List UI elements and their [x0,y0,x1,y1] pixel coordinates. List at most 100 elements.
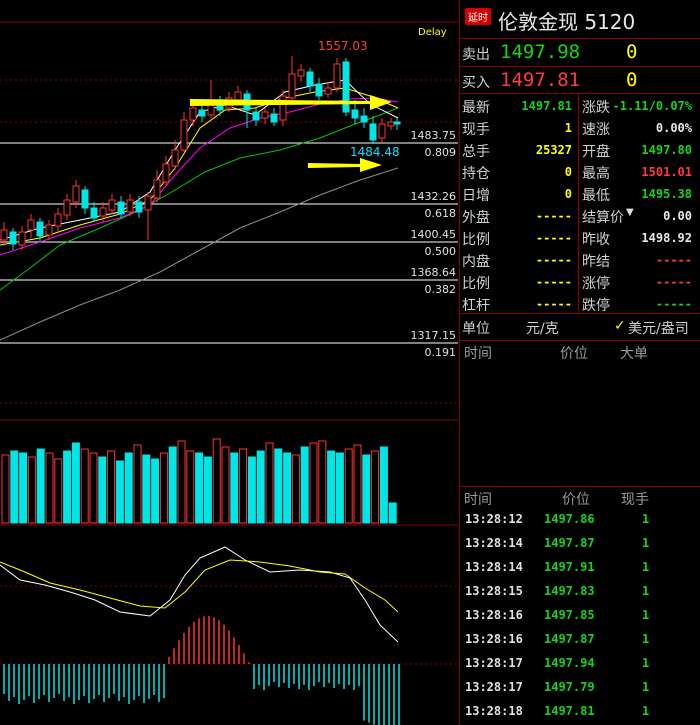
candle-body [0,229,8,241]
volume-bar [291,454,300,524]
unit-cny-option[interactable]: 元/克 [526,318,559,338]
volume-bar [54,458,63,524]
tick-volume: 1 [642,560,650,574]
tick-price: 1497.79 [544,680,595,694]
stat-label: 跌停 [582,298,610,314]
stat-label: 昨结 [582,254,610,270]
tick-price: 1497.87 [544,632,595,646]
delay-label: Delay [418,27,447,38]
tick-row[interactable]: 13:28:12 1497.86 1 [460,508,700,532]
candle-body [117,201,125,215]
stat-row: 涨跌 -1.11/0.07% [460,95,700,117]
candle-body [144,195,152,211]
divider [460,340,700,341]
candle-body [393,121,401,125]
buy-label: 买入 [462,75,490,91]
fib-ratio-label: 0.500 [425,245,457,258]
volume-bar [107,450,116,524]
volume-bar [371,450,380,524]
candle-body [180,119,188,151]
tick-row[interactable]: 13:28:18 1497.81 1 [460,700,700,724]
low-price-label: 1484.48 [350,145,400,159]
tick-time: 13:28:16 [465,632,523,646]
high-price-label: 1557.03 [318,39,368,53]
instrument-name: 伦敦金现 [498,10,578,34]
tick-price: 1497.85 [544,608,595,622]
tick-time: 13:28:16 [465,608,523,622]
tick-row[interactable]: 13:28:14 1497.91 1 [460,556,700,580]
candle-body [306,71,314,87]
macd-histogram [3,616,400,725]
candles [0,56,401,250]
macd-panel [0,546,400,725]
arrow-lower [308,158,382,172]
volume-bar [115,460,124,524]
stat-row: 开盘 1497.80 [460,139,700,161]
stat-row: 结算价 ▼ 0.00 [460,205,700,227]
checkmark-icon: ✓ [614,318,626,334]
ma60-line [0,107,399,291]
candle-body [252,111,260,121]
tick-time: 13:28:14 [465,560,523,574]
stat-label: 昨收 [582,232,610,248]
tick-time: 13:28:18 [465,704,523,718]
quote-header: 延时 伦敦金现 5120 [460,0,700,40]
stat-row: 跌停 ----- [460,293,700,315]
candle-body [324,87,332,95]
candle-body [315,83,323,97]
tick-row[interactable]: 13:28:14 1497.87 1 [460,532,700,556]
candle-body [108,199,116,211]
tick-row[interactable]: 13:28:15 1497.83 1 [460,580,700,604]
tick-row[interactable]: 13:28:17 1497.94 1 [460,652,700,676]
volume-bar [1,454,10,524]
volume-bar [10,450,19,524]
candlestick-chart[interactable]: Delay 1557.03 1484.48 1483.75 0.809 1432.2… [0,0,458,725]
candle-body [27,219,35,231]
volume-bar [27,456,36,524]
volume-bar [327,450,336,524]
buy-row[interactable]: 买入 1497.81 0 [460,68,700,94]
stat-row: 最低 1495.38 [460,183,700,205]
candle-body [162,163,170,183]
tick-price: 1497.83 [544,584,595,598]
volume-bar [256,450,265,524]
volume-bar [177,440,186,524]
fib-price-label: 1317.15 [411,329,457,342]
divider [460,66,700,67]
tick-time: 13:28:17 [465,680,523,694]
tick-price: 1497.94 [544,656,595,670]
tick-volume-header: 现手 [621,492,649,508]
stat-label: 涨跌 [582,100,610,116]
candle-body [234,91,242,101]
volume-bar [159,452,168,524]
candle-body [270,113,278,123]
tick-volume: 1 [642,704,650,718]
stat-value: 1495.38 [641,187,692,201]
tick-row[interactable]: 13:28:16 1497.85 1 [460,604,700,628]
stat-value: 1501.01 [641,165,692,179]
volume-bar [212,438,221,524]
volume-bar [230,452,239,524]
candle-body [63,199,71,216]
candle-body [90,207,98,219]
volume-bar [335,452,344,524]
tick-time: 13:28:15 [465,584,523,598]
tick-row[interactable]: 13:28:16 1497.87 1 [460,628,700,652]
candle-body [171,149,179,167]
volume-bar [36,448,45,524]
tick-price: 1497.86 [544,512,595,526]
candle-body [288,73,296,99]
tick-volume: 1 [642,608,650,622]
volume-bar [344,448,353,524]
stat-row: 速涨 0.00% [460,117,700,139]
tick-row[interactable]: 13:28:17 1497.79 1 [460,676,700,700]
tick-volume: 1 [642,680,650,694]
fib-price-label: 1432.26 [411,190,457,203]
tick-volume: 1 [642,512,650,526]
unit-usd-option[interactable]: 美元/盎司 [628,318,689,338]
candle-body [387,121,395,127]
candle-body [297,69,305,77]
sell-row[interactable]: 卖出 1497.98 0 [460,40,700,66]
unit-row: 单位 元/克 ✓ 美元/盎司 [460,315,700,339]
stat-row: 昨结 ----- [460,249,700,271]
